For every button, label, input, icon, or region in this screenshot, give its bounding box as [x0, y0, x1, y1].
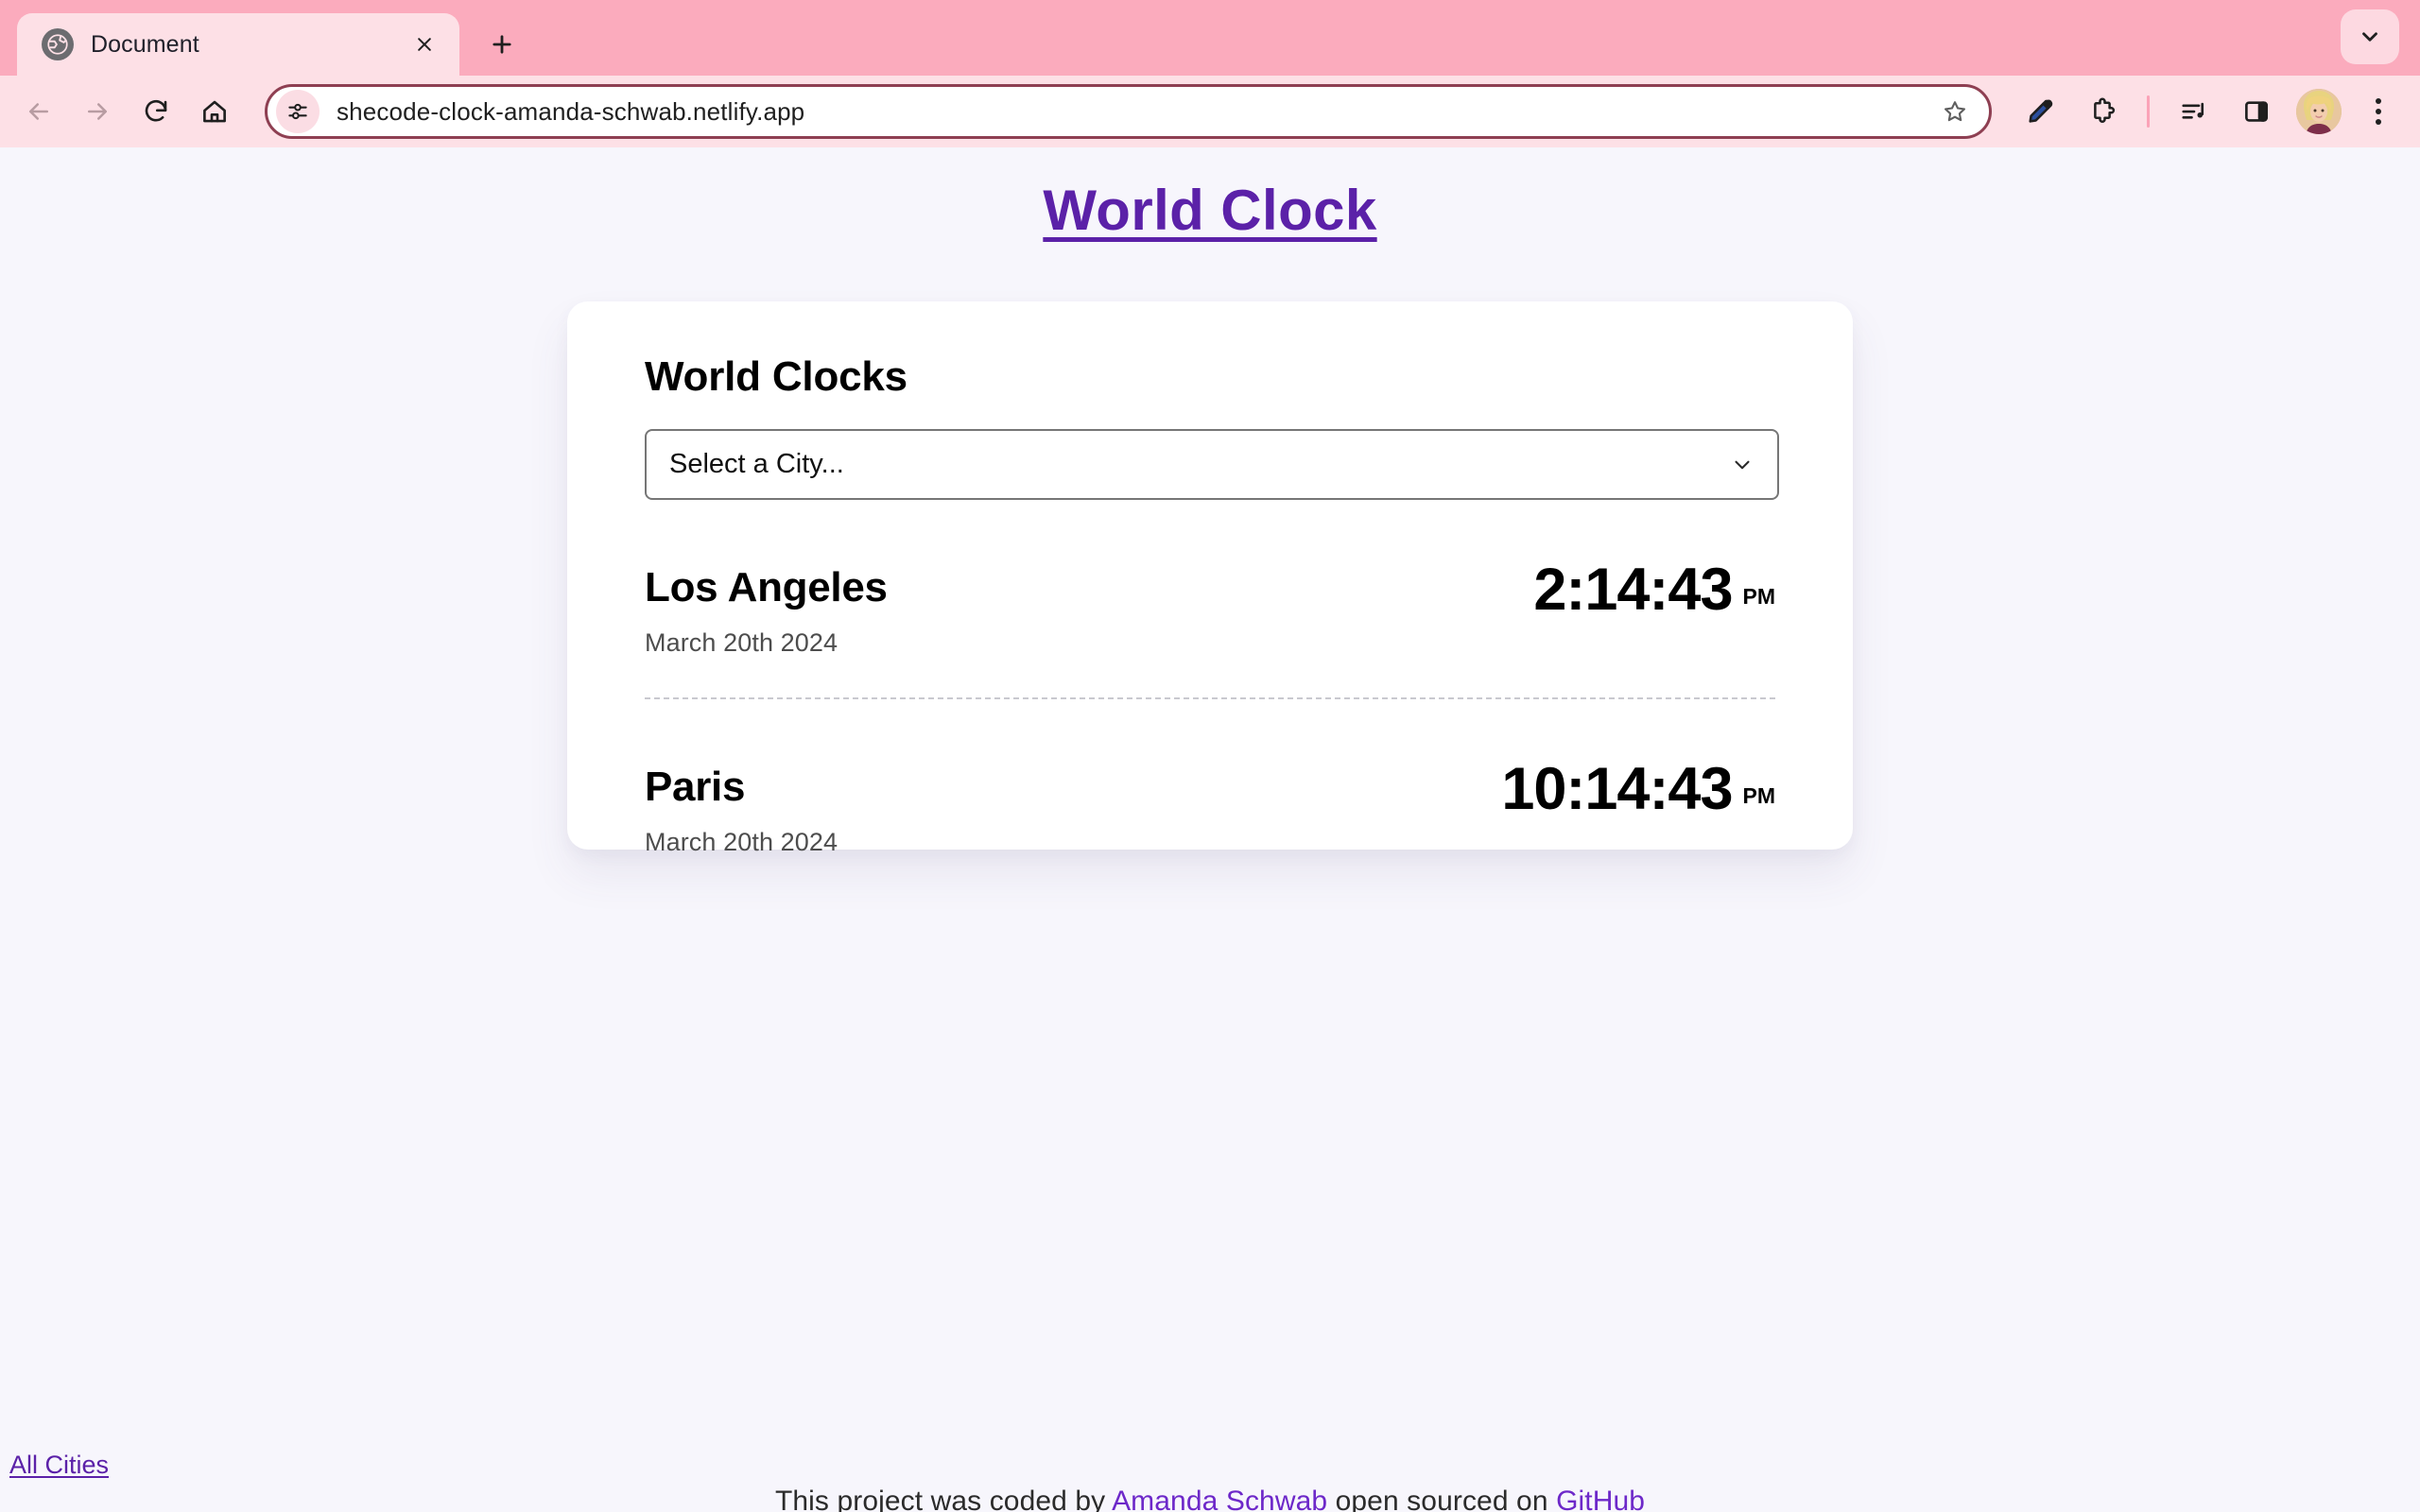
url-text: shecode-clock-amanda-schwab.netlify.app [337, 96, 805, 126]
clock-row: Los Angeles March 20th 2024 2:14:43 PM [645, 560, 1775, 658]
new-tab-button[interactable] [475, 17, 529, 72]
city-select-value: Select a City... [669, 449, 844, 479]
tab-search-button[interactable] [2341, 9, 2399, 64]
browser-window: Document shecode-clock-amanda-schwab.net… [0, 0, 2420, 1512]
menu-dot [2376, 98, 2381, 104]
footer-credit: This project was coded by Amanda Schwab … [0, 1486, 2420, 1512]
toolbar-divider [2147, 95, 2150, 128]
clock-time-group: 10:14:43 PM [1501, 760, 1775, 819]
all-cities-link[interactable]: All Cities [9, 1451, 109, 1480]
menu-dot [2376, 119, 2381, 125]
media-playlist-icon[interactable] [2167, 84, 2221, 139]
clock-time: 10:14:43 [1501, 756, 1733, 822]
forward-button[interactable] [68, 82, 127, 141]
extensions-icon[interactable] [2075, 84, 2130, 139]
clock-location: Paris March 20th 2024 [645, 764, 838, 857]
avatar[interactable] [2296, 89, 2342, 134]
clock-ampm: PM [1742, 584, 1776, 609]
clock-location: Los Angeles March 20th 2024 [645, 564, 888, 658]
chevron-down-icon [1735, 460, 1750, 469]
home-button[interactable] [185, 82, 244, 141]
eyedropper-icon[interactable] [2013, 84, 2067, 139]
page-viewport: World Clock World Clocks Select a City..… [0, 147, 2420, 1512]
clock-row: Paris March 20th 2024 10:14:43 PM [645, 760, 1775, 857]
city-select[interactable]: Select a City... [645, 429, 1779, 500]
tab-strip: Document [0, 0, 2420, 76]
browser-tab[interactable]: Document [17, 13, 459, 76]
clock-time: 2:14:43 [1533, 557, 1733, 623]
address-bar[interactable]: shecode-clock-amanda-schwab.netlify.app [265, 84, 1992, 139]
globe-icon [42, 28, 74, 60]
clock-divider [645, 697, 1775, 699]
tab-title: Document [91, 30, 199, 58]
browser-toolbar: shecode-clock-amanda-schwab.netlify.app [0, 76, 2420, 147]
city-name: Los Angeles [645, 564, 888, 610]
page-title: World Clock [1043, 179, 1377, 242]
city-date: March 20th 2024 [645, 628, 838, 657]
card-heading: World Clocks [645, 353, 908, 400]
side-panel-icon[interactable] [2229, 84, 2284, 139]
close-icon[interactable] [406, 26, 442, 62]
reload-button[interactable] [127, 82, 185, 141]
site-settings-icon[interactable] [276, 90, 320, 133]
menu-dot [2376, 109, 2381, 114]
city-date: March 20th 2024 [645, 828, 838, 856]
three-dot-menu-icon[interactable] [2354, 84, 2403, 139]
world-clocks-card: World Clocks Select a City... Los Angele… [567, 301, 1853, 856]
author-link[interactable]: Amanda Schwab [1112, 1486, 1327, 1512]
clock-time-group: 2:14:43 PM [1533, 560, 1775, 620]
back-button[interactable] [9, 82, 68, 141]
github-link[interactable]: GitHub [1556, 1486, 1645, 1512]
city-name: Paris [645, 764, 746, 810]
footer-prefix: This project was coded by [774, 1486, 1113, 1512]
star-icon[interactable] [1932, 89, 1978, 134]
footer-middle: open sourced on [1327, 1486, 1557, 1512]
clock-ampm: PM [1742, 783, 1776, 808]
